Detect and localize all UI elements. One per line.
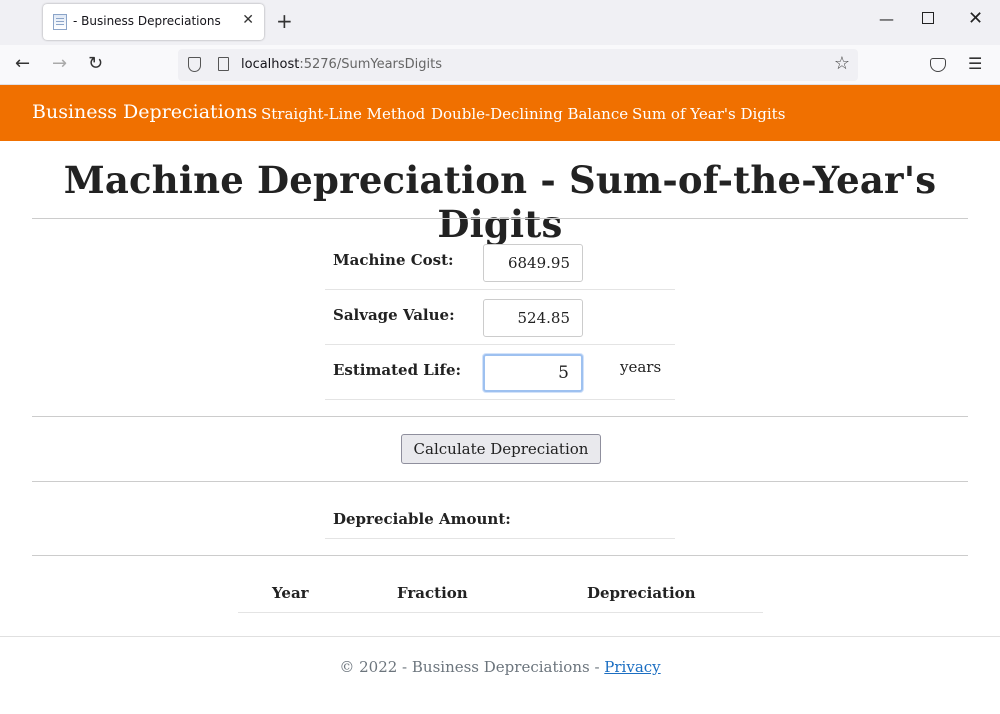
divider [32,416,968,417]
browser-tab[interactable]: - Business Depreciations ✕ [43,4,264,40]
calculate-depreciation-button[interactable]: Calculate Depreciation [401,434,601,464]
estimated-life-input[interactable] [483,354,583,392]
machine-cost-label: Machine Cost: [333,251,454,269]
nav-sum-of-years[interactable]: Sum of Year's Digits [632,105,785,123]
browser-toolbar: ← → ↻ localhost:5276/SumYearsDigits ☆ ☰ [0,45,1000,85]
url-host: localhost [241,57,300,72]
brand-link[interactable]: Business Depreciations [32,101,257,123]
machine-cost-input[interactable] [483,244,583,282]
column-header-year: Year [272,584,309,602]
divider [32,481,968,482]
depreciable-amount-label: Depreciable Amount: [333,510,511,528]
url-path: :5276/SumYearsDigits [299,57,443,72]
footer: © 2022 - Business Depreciations - Privac… [0,658,1000,676]
divider [32,218,968,219]
reload-icon[interactable]: ↻ [88,53,103,74]
page-icon[interactable] [218,57,229,71]
maximize-button[interactable] [922,12,934,24]
privacy-link[interactable]: Privacy [604,658,660,676]
divider [32,555,968,556]
footer-copyright: © 2022 - Business Depreciations - [339,658,605,676]
page-title: Machine Depreciation - Sum-of-the-Year's… [63,158,937,246]
tab-title: - Business Depreciations [73,14,221,28]
footer-divider [0,636,1000,637]
nav-double-declining[interactable]: Double-Declining Balance [431,105,628,123]
site-header: Business Depreciations Straight-Line Met… [0,85,1000,141]
url-text[interactable]: localhost:5276/SumYearsDigits [241,57,442,72]
shield-icon[interactable] [188,57,201,72]
nav-straight-line[interactable]: Straight-Line Method [261,105,425,123]
address-bar[interactable]: localhost:5276/SumYearsDigits ☆ [178,49,858,81]
minimize-button[interactable]: — [879,10,894,28]
document-icon [53,14,67,30]
forward-arrow-icon[interactable]: → [52,53,67,74]
menu-icon[interactable]: ☰ [968,54,982,73]
new-tab-button[interactable]: + [276,9,293,33]
salvage-value-label: Salvage Value: [333,306,455,324]
column-header-fraction: Fraction [397,584,468,602]
close-window-button[interactable]: ✕ [968,8,983,29]
machine-cost-row: Machine Cost: [325,235,675,290]
close-tab-icon[interactable]: ✕ [242,12,254,28]
star-icon[interactable]: ☆ [834,53,850,74]
depreciable-amount-row: Depreciable Amount: [325,500,675,539]
salvage-value-row: Salvage Value: [325,290,675,345]
years-unit-label: years [620,358,662,376]
estimated-life-label: Estimated Life: [333,361,462,379]
estimated-life-row: Estimated Life: years [325,345,675,400]
depreciation-table-header: Year Fraction Depreciation [238,578,763,613]
column-header-depreciation: Depreciation [587,584,696,602]
salvage-value-input[interactable] [483,299,583,337]
pocket-icon[interactable] [930,58,946,72]
back-arrow-icon[interactable]: ← [15,53,30,74]
browser-tab-bar: - Business Depreciations ✕ + — ✕ [0,0,1000,45]
